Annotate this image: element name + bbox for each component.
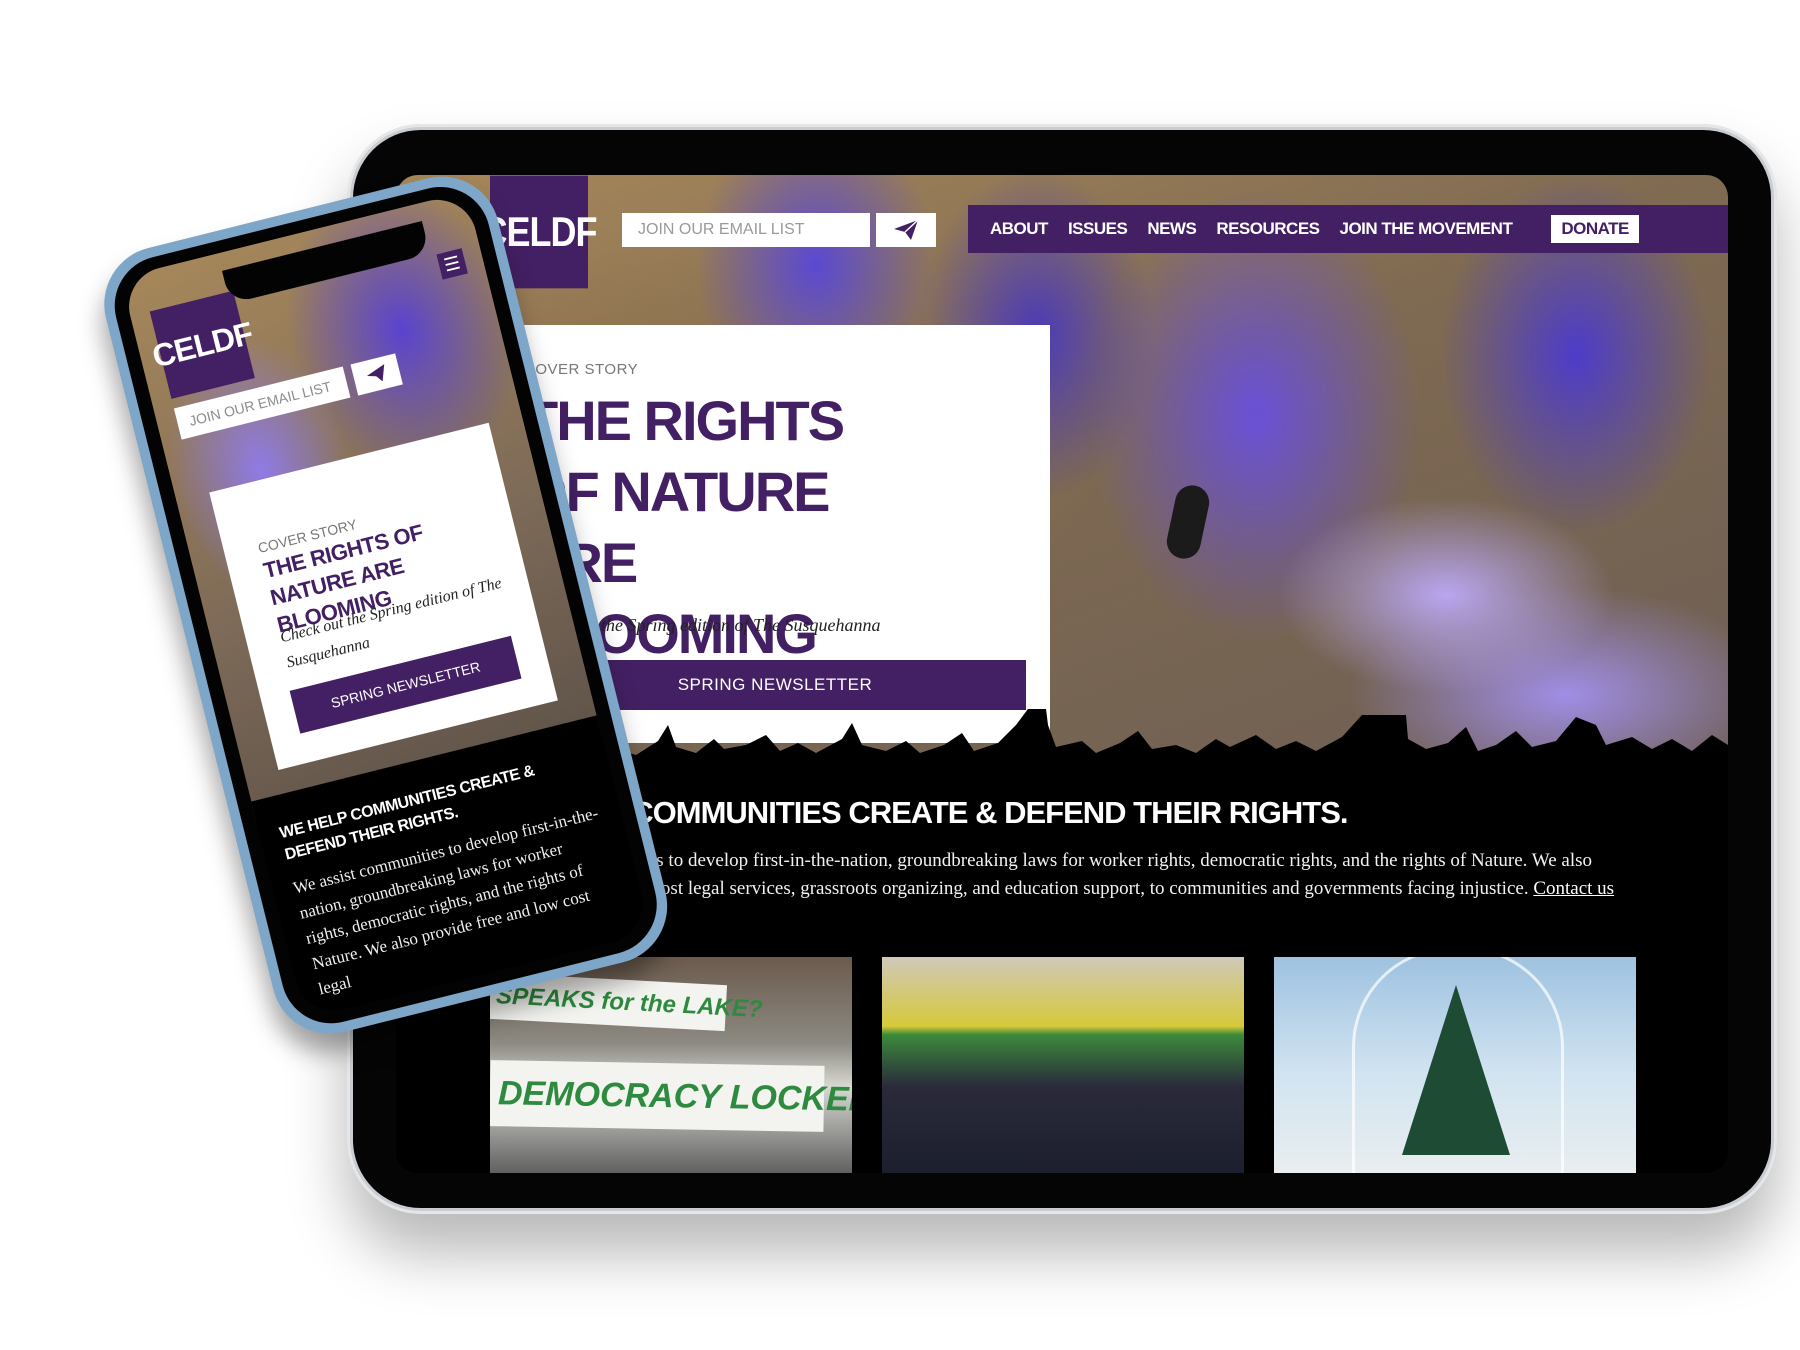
cover-kicker: COVER STORY (524, 361, 639, 378)
donate-button[interactable]: DONATE (1551, 215, 1639, 243)
nav-about[interactable]: ABOUT (990, 219, 1048, 239)
nav-resources[interactable]: RESOURCES (1216, 219, 1320, 239)
nav-join-the-movement[interactable]: JOIN THE MOVEMENT (1340, 219, 1513, 239)
nav-news[interactable]: NEWS (1147, 219, 1197, 239)
thumbnail-town-meeting[interactable] (882, 957, 1244, 1173)
thumbnail-tree-in-dome[interactable] (1274, 957, 1636, 1173)
email-submit-button[interactable] (876, 213, 936, 247)
nav-issues[interactable]: ISSUES (1068, 219, 1128, 239)
paper-plane-icon (366, 364, 385, 382)
insect-image (1163, 482, 1213, 562)
tree-image (1402, 985, 1510, 1155)
email-signup-input[interactable] (622, 213, 870, 247)
paper-plane-icon (894, 219, 919, 240)
thumbnail-democracy-protest[interactable]: SPEAKS for the LAKE? DEMOCRACY LOCKED OU… (490, 957, 852, 1173)
banner-democracy-locked-out: DEMOCRACY LOCKED OUT! (490, 1060, 852, 1132)
main-nav: ABOUT ISSUES NEWS RESOURCES JOIN THE MOV… (968, 205, 1728, 253)
